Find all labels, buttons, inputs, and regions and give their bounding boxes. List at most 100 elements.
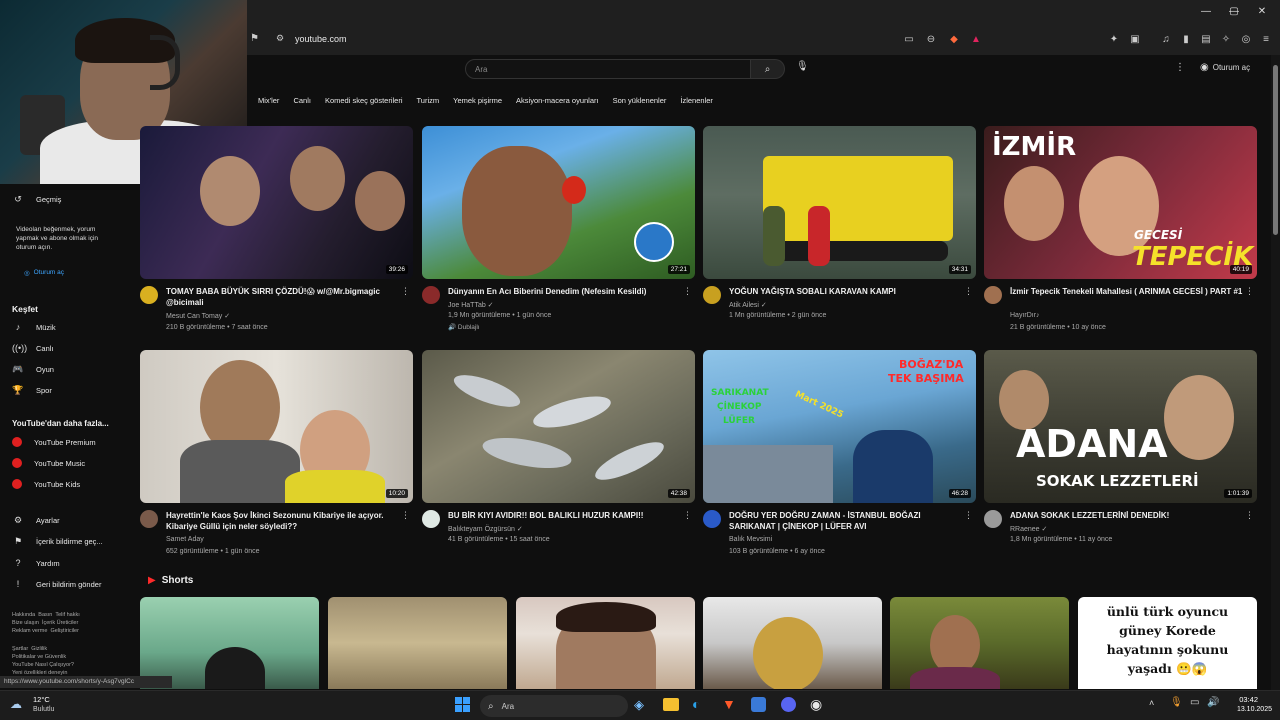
video-thumbnail[interactable]: 39:26 (140, 126, 413, 279)
weather-desc[interactable]: Bulutlu (33, 706, 54, 713)
sidebar-item-gaming[interactable]: 🎮 Oyun (12, 364, 54, 375)
video-thumbnail[interactable]: 10:20 (140, 350, 413, 503)
chip-recent[interactable]: Son yüklenenler (613, 96, 667, 105)
close-button[interactable]: ✕ (1252, 6, 1272, 17)
sidebar-item-feedback[interactable]: ! Geri bildirim gönder (12, 579, 102, 589)
chip-watched[interactable]: İzlenenler (680, 96, 713, 105)
screenshot-icon[interactable]: ▣ (1128, 33, 1142, 47)
vpn-icon[interactable]: ◎ (1239, 33, 1253, 47)
address-bar[interactable]: ⚑ ⚙ youtube.com (248, 28, 1280, 52)
discord-icon[interactable] (781, 697, 796, 712)
scrollbar[interactable] (1271, 55, 1280, 690)
clock-date[interactable]: 13.10.2025 (1220, 706, 1272, 713)
voice-search-icon[interactable]: 🎙 (796, 61, 809, 72)
video-title[interactable]: YOĞUN YAĞIŞTA SOBALI KARAVAN KAMPI (729, 286, 965, 297)
channel-avatar[interactable] (140, 286, 158, 304)
more-options-icon[interactable]: ⋮ (1245, 510, 1254, 521)
obs-icon[interactable]: ◉ (810, 696, 822, 713)
video-title[interactable]: TOMAY BABA BÜYÜK SIRRI ÇÖZDÜ!😱 w/@Mr.big… (166, 286, 402, 308)
chip-action-games[interactable]: Aksiyon-macera oyunları (516, 96, 599, 105)
sidebar-item-history[interactable]: ↺ Geçmiş (12, 194, 61, 205)
brave-rewards-icon[interactable]: ▲ (969, 33, 983, 47)
cast-icon[interactable]: ▭ (902, 33, 916, 47)
channel-avatar[interactable] (422, 510, 440, 528)
channel-name[interactable]: Joe HaTTab ✓ (448, 301, 494, 309)
more-options-icon[interactable]: ⋮ (683, 510, 692, 521)
channel-avatar[interactable] (984, 286, 1002, 304)
channel-name[interactable]: RRaenee ✓ (1010, 525, 1047, 533)
video-title[interactable]: Hayrettin'le Kaos Şov İkinci Sezonunu Ki… (166, 510, 402, 532)
channel-name[interactable]: Samet Aday (166, 536, 204, 543)
chip-mixes[interactable]: Mix'ler (258, 96, 279, 105)
channel-name[interactable]: Mesut Can Tomay ✓ (166, 312, 230, 320)
microphone-tray-icon[interactable]: 🎙 (1170, 697, 1183, 708)
sidebar-item-settings[interactable]: ⚙ Ayarlar (12, 515, 60, 526)
wallet-icon[interactable]: ▤ (1199, 33, 1213, 47)
chip-live[interactable]: Canlı (293, 96, 311, 105)
channel-name[interactable]: HayırDır♪ (1010, 312, 1040, 319)
channel-name[interactable]: Atik Ailesi ✓ (729, 301, 767, 309)
scrollbar-thumb[interactable] (1273, 65, 1278, 235)
brave-shield-icon[interactable]: ◆ (947, 33, 961, 47)
chip-cooking[interactable]: Yemek pişirme (453, 96, 502, 105)
zoom-icon[interactable]: ⊖ (924, 33, 938, 47)
more-options-icon[interactable]: ⋮ (964, 510, 973, 521)
search-input[interactable]: Ara (465, 59, 751, 79)
more-options-icon[interactable]: ⋮ (1245, 286, 1254, 297)
sidebar-item-kids[interactable]: YouTube Kids (12, 479, 80, 489)
sidebar-item-music-app[interactable]: YouTube Music (12, 458, 85, 468)
short-thumbnail[interactable] (328, 597, 507, 689)
footer-links-2[interactable]: Şartlar Gizlilik Politikalar ve Güvenlik… (12, 645, 74, 677)
sign-in-button[interactable]: ◉ Oturum aç (1200, 62, 1250, 73)
channel-avatar[interactable] (703, 286, 721, 304)
start-button[interactable] (455, 697, 470, 712)
sidebar-sign-in-button[interactable]: ◎ Oturum aç (24, 269, 64, 277)
music-icon[interactable]: ♫ (1159, 33, 1173, 47)
settings-menu-icon[interactable]: ⋮ (1175, 62, 1185, 73)
more-options-icon[interactable]: ⋮ (401, 510, 410, 521)
more-options-icon[interactable]: ⋮ (401, 286, 410, 297)
site-info-icon[interactable]: ⚙ (276, 33, 284, 44)
short-thumbnail[interactable]: ünlü türk oyuncu güney Korede hayatının … (1078, 597, 1257, 689)
video-thumbnail[interactable]: 27:21 (422, 126, 695, 279)
footer-links-1[interactable]: Hakkında Basın Telif hakkı Bize ulaşın İ… (12, 611, 80, 635)
clock-time[interactable]: 03:42 (1220, 695, 1258, 704)
video-title[interactable]: DOĞRU YER DOĞRU ZAMAN - İSTANBUL BOĞAZI … (729, 510, 965, 532)
minimize-button[interactable]: — (1196, 6, 1216, 17)
chip-comedy[interactable]: Komedi skeç gösterileri (325, 96, 403, 105)
extensions-icon[interactable]: ✦ (1107, 33, 1121, 47)
weather-icon[interactable]: ☁ (10, 697, 22, 711)
chip-tourism[interactable]: Turizm (416, 96, 439, 105)
sidebar-toggle-icon[interactable]: ▮ (1179, 33, 1193, 47)
copilot-icon[interactable]: ◈ (634, 697, 644, 713)
more-options-icon[interactable]: ⋮ (964, 286, 973, 297)
network-icon[interactable]: ▭ (1190, 697, 1199, 708)
video-thumbnail[interactable]: BOĞAZ'DA TEK BAŞIMA SARIKANAT ÇİNEKOP LÜ… (703, 350, 976, 503)
short-thumbnail[interactable] (516, 597, 695, 689)
weather-temp[interactable]: 12°C (33, 695, 50, 704)
sidebar-item-live[interactable]: ((•)) Canlı (12, 343, 54, 353)
sidebar-item-report[interactable]: ⚑ İçerik bildirme geç... (12, 536, 103, 547)
video-title[interactable]: BU BİR KIYI AVIDIR!! BOL BALIKLI HUZUR K… (448, 510, 684, 521)
taskbar-search[interactable]: ⌕ Ara (480, 695, 628, 717)
channel-name[interactable]: Balık Mevsimi (729, 536, 772, 543)
menu-icon[interactable]: ≡ (1259, 33, 1273, 47)
search-button[interactable]: ⌕ (751, 59, 785, 79)
more-options-icon[interactable]: ⋮ (683, 286, 692, 297)
url-text[interactable]: youtube.com (295, 34, 347, 44)
sidebar-item-sports[interactable]: 🏆 Spor (12, 385, 51, 396)
video-title[interactable]: ADANA SOKAK LEZZETLERİNİ DENEDİK! (1010, 510, 1246, 521)
edge-icon[interactable]: ◐ (692, 696, 700, 712)
channel-avatar[interactable] (984, 510, 1002, 528)
short-thumbnail[interactable] (890, 597, 1069, 689)
leo-ai-icon[interactable]: ✧ (1219, 33, 1233, 47)
channel-avatar[interactable] (422, 286, 440, 304)
tray-chevron-icon[interactable]: ˄ (1149, 698, 1154, 708)
sidebar-item-premium[interactable]: YouTube Premium (12, 437, 96, 447)
video-thumbnail[interactable]: İZMİR GECESİ TEPECİK 40:19 (984, 126, 1257, 279)
video-title[interactable]: Dünyanın En Acı Biberini Denedim (Nefesi… (448, 286, 684, 297)
store-icon[interactable] (751, 697, 766, 712)
channel-avatar[interactable] (140, 510, 158, 528)
video-title[interactable]: İzmir Tepecik Tenekeli Mahallesi ( ARINM… (1010, 286, 1246, 297)
video-thumbnail[interactable]: ADANA SOKAK LEZZETLERİ 1:01:39 (984, 350, 1257, 503)
